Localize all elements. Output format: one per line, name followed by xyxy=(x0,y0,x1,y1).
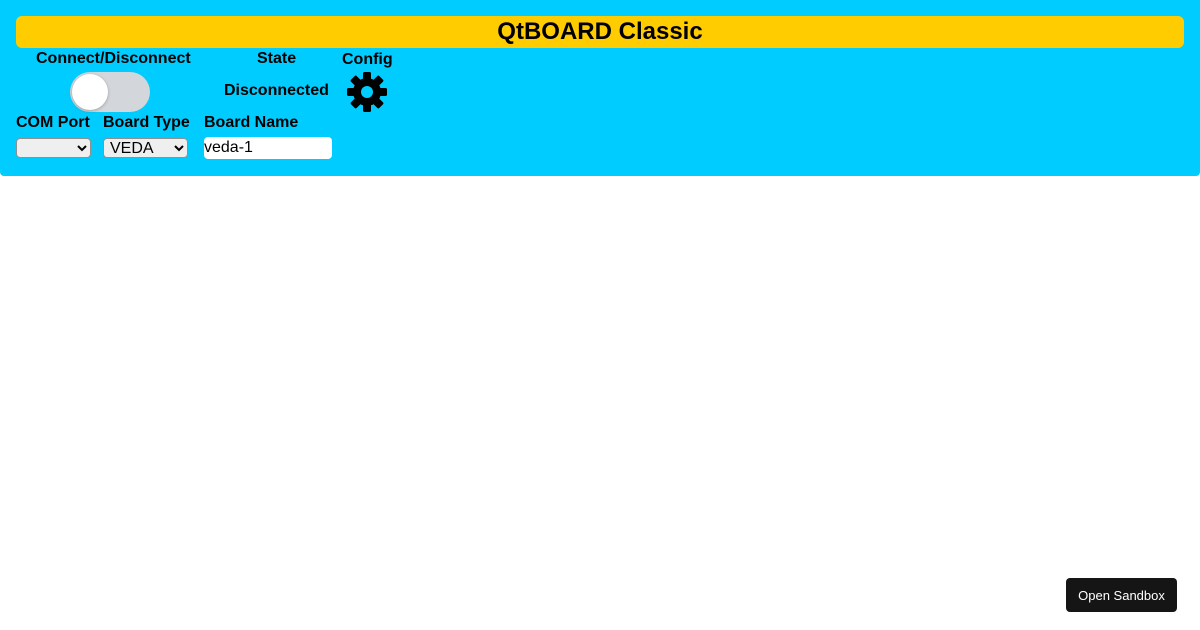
state-value: Disconnected xyxy=(224,82,329,99)
connect-label: Connect/Disconnect xyxy=(36,50,191,67)
board-type-select[interactable]: VEDA xyxy=(103,138,188,158)
gear-icon[interactable] xyxy=(347,72,387,112)
board-type-label: Board Type xyxy=(103,114,190,131)
com-port-select[interactable] xyxy=(16,138,91,158)
app-title: QtBOARD Classic xyxy=(16,16,1184,48)
open-sandbox-button[interactable]: Open Sandbox xyxy=(1066,578,1177,612)
control-panel: QtBOARD Classic Connect/Disconnect State… xyxy=(0,0,1200,176)
state-label: State xyxy=(257,50,297,67)
board-name-label: Board Name xyxy=(204,114,299,131)
config-label: Config xyxy=(342,51,393,68)
com-port-label: COM Port xyxy=(16,114,90,131)
board-name-input[interactable] xyxy=(204,137,332,159)
connect-toggle[interactable] xyxy=(70,72,150,112)
toggle-knob xyxy=(72,74,108,110)
